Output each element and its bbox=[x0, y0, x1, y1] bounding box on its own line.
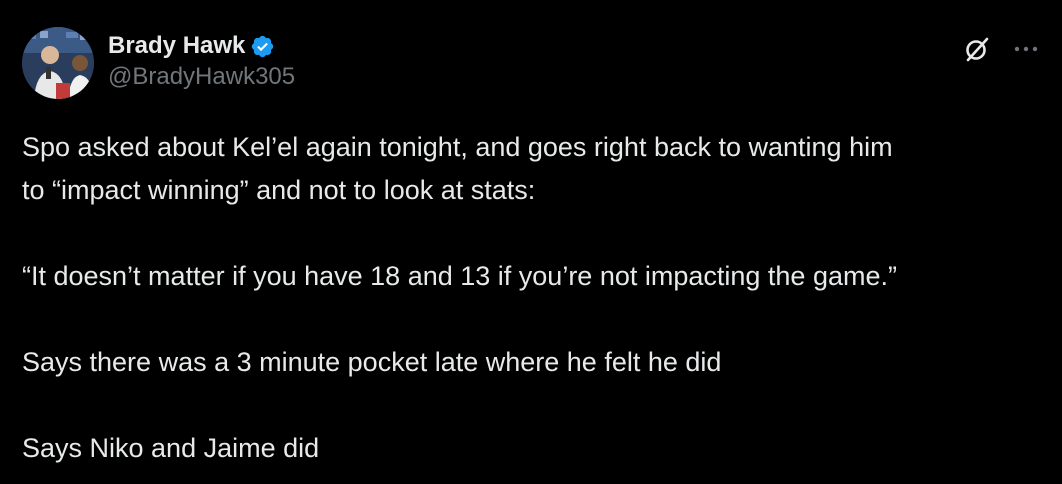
grok-icon bbox=[966, 37, 989, 62]
verified-badge-icon[interactable] bbox=[250, 34, 275, 59]
display-name[interactable]: Brady Hawk bbox=[108, 31, 245, 61]
tweet-text: Spo asked about Kel’el again tonight, an… bbox=[22, 126, 1044, 470]
author-info: Brady Hawk @BradyHawk305 bbox=[108, 31, 295, 93]
grok-button[interactable] bbox=[960, 32, 994, 66]
more-options-icon bbox=[1014, 46, 1038, 52]
tweet-line: “It doesn’t matter if you have 18 and 13… bbox=[22, 261, 897, 291]
tweet-card: Brady Hawk @BradyHawk305 Spo asked about… bbox=[0, 0, 1062, 484]
tweet-line: Spo asked about Kel’el again tonight, an… bbox=[22, 132, 893, 162]
avatar[interactable] bbox=[22, 27, 94, 99]
avatar-image bbox=[22, 27, 94, 99]
tweet-line: Says there was a 3 minute pocket late wh… bbox=[22, 347, 722, 377]
tweet-header: Brady Hawk @BradyHawk305 bbox=[22, 27, 1042, 99]
more-options-button[interactable] bbox=[1010, 32, 1042, 66]
tweet-line: to “impact winning” and not to look at s… bbox=[22, 175, 536, 205]
display-name-row: Brady Hawk bbox=[108, 31, 295, 61]
tweet-line: Says Niko and Jaime did bbox=[22, 433, 320, 463]
author-handle[interactable]: @BradyHawk305 bbox=[108, 61, 295, 93]
